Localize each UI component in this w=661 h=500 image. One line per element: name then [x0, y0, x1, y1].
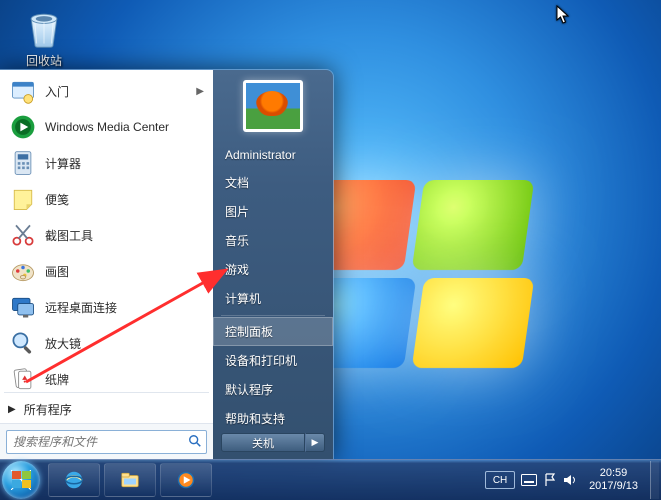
program-sticky[interactable]: 便笺 [3, 181, 210, 217]
start-menu-right-pane: Administrator 文档图片音乐游戏计算机 控制面板设备和打印机默认程序… [213, 70, 333, 460]
right-help[interactable]: 帮助和支持 [213, 404, 333, 433]
triangle-right-icon: ▶ [8, 404, 16, 415]
right-music[interactable]: 音乐 [213, 226, 333, 255]
paint-icon [9, 257, 37, 285]
rdp-icon [9, 293, 37, 321]
taskbar: CH 20:59 2017/9/13 [0, 459, 661, 500]
program-label: 远程桌面连接 [45, 299, 204, 316]
program-label: 纸牌 [45, 371, 204, 388]
magnifier-icon [9, 329, 37, 357]
recycle-bin-label: 回收站 [14, 52, 74, 69]
search-input[interactable] [11, 434, 188, 450]
start-menu: 入门▶Windows Media Center计算器便笺截图工具画图远程桌面连接… [0, 69, 334, 460]
tray-clock[interactable]: 20:59 2017/9/13 [583, 467, 644, 493]
right-pictures[interactable]: 图片 [213, 197, 333, 226]
shutdown-options-button[interactable]: ▶ [305, 433, 325, 452]
right-computer[interactable]: 计算机 [213, 284, 333, 313]
separator [4, 392, 209, 393]
tray-volume-icon[interactable] [563, 473, 577, 487]
start-menu-left-pane: 入门▶Windows Media Center计算器便笺截图工具画图远程桌面连接… [0, 70, 213, 460]
windows-logo [300, 180, 560, 390]
program-label: 放大镜 [45, 335, 204, 352]
taskbar-wmp[interactable] [160, 463, 212, 497]
user-name[interactable]: Administrator [213, 142, 333, 168]
program-getting-started[interactable]: 入门▶ [3, 73, 210, 109]
user-avatar[interactable] [243, 80, 303, 132]
sticky-icon [9, 185, 37, 213]
program-label: 便笺 [45, 191, 204, 208]
tray-time: 20:59 [589, 467, 638, 480]
program-rdp[interactable]: 远程桌面连接 [3, 289, 210, 325]
program-paint[interactable]: 画图 [3, 253, 210, 289]
tray-date: 2017/9/13 [589, 480, 638, 493]
getting-started-icon [9, 77, 37, 105]
program-label: 截图工具 [45, 227, 204, 244]
program-snip[interactable]: 截图工具 [3, 217, 210, 253]
program-label: 计算器 [45, 155, 204, 172]
taskbar-ie[interactable] [48, 463, 100, 497]
search-icon [188, 434, 202, 451]
solitaire-icon [9, 365, 37, 390]
program-solitaire[interactable]: 纸牌 [3, 361, 210, 390]
right-games[interactable]: 游戏 [213, 255, 333, 284]
right-control-panel[interactable]: 控制面板 [213, 317, 333, 346]
separator [221, 315, 325, 316]
program-label: 入门 [45, 83, 196, 100]
start-button[interactable] [2, 461, 40, 499]
all-programs[interactable]: ▶ 所有程序 [0, 395, 213, 423]
shutdown-button[interactable]: 关机 [221, 433, 305, 452]
desktop[interactable]: 回收站 入门▶Windows Media Center计算器便笺截图工具画图远程… [0, 0, 661, 500]
snip-icon [9, 221, 37, 249]
wmc-icon [9, 113, 37, 141]
recycle-bin-icon [22, 6, 66, 50]
program-calculator[interactable]: 计算器 [3, 145, 210, 181]
tray-language[interactable]: CH [485, 471, 515, 489]
right-defaults[interactable]: 默认程序 [213, 375, 333, 404]
chevron-right-icon: ▶ [196, 86, 204, 97]
program-magnifier[interactable]: 放大镜 [3, 325, 210, 361]
program-wmc[interactable]: Windows Media Center [3, 109, 210, 145]
show-desktop-button[interactable] [650, 461, 659, 499]
tray-flag-icon[interactable] [543, 473, 557, 487]
all-programs-label: 所有程序 [24, 401, 72, 418]
taskbar-explorer[interactable] [104, 463, 156, 497]
cursor-icon [556, 5, 570, 25]
desktop-icon-recycle-bin[interactable]: 回收站 [14, 6, 74, 69]
right-documents[interactable]: 文档 [213, 168, 333, 197]
calculator-icon [9, 149, 37, 177]
program-label: Windows Media Center [45, 120, 204, 134]
tray-keyboard-icon[interactable] [521, 474, 537, 486]
right-devices[interactable]: 设备和打印机 [213, 346, 333, 375]
start-search-box[interactable] [6, 430, 207, 454]
program-label: 画图 [45, 263, 204, 280]
